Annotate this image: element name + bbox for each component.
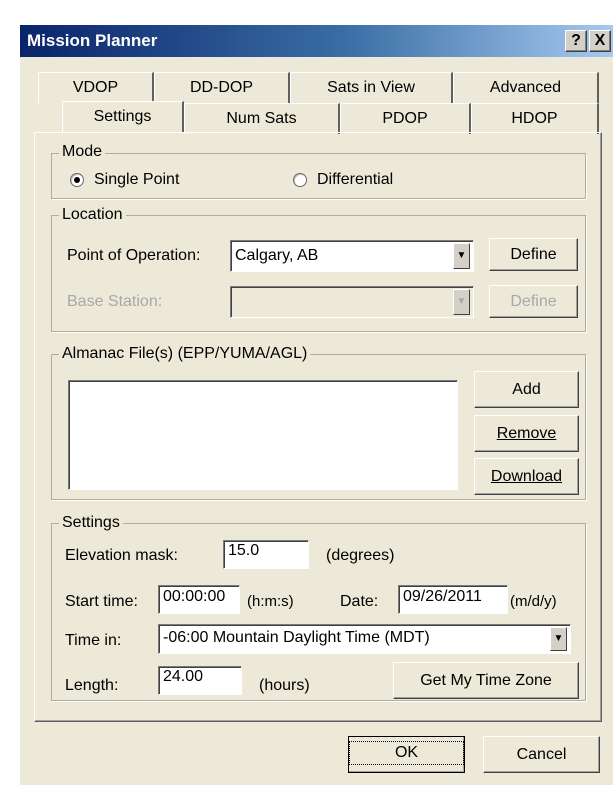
window-title: Mission Planner bbox=[27, 31, 158, 50]
almanac-group-label: Almanac File(s) (EPP/YUMA/AGL) bbox=[59, 345, 311, 363]
date-input[interactable]: 09/26/2011 bbox=[398, 585, 508, 614]
radio-selected-dot bbox=[74, 177, 80, 183]
almanac-file-list[interactable] bbox=[68, 380, 458, 490]
tab-num-sats[interactable]: Num Sats bbox=[184, 103, 340, 134]
chevron-down-icon[interactable]: ▼ bbox=[453, 289, 470, 315]
tab-vdop[interactable]: VDOP bbox=[38, 72, 154, 103]
single-point-radio[interactable] bbox=[70, 173, 84, 187]
mode-group-label: Mode bbox=[59, 143, 106, 161]
start-time-input[interactable]: 00:00:00 bbox=[158, 585, 240, 614]
settings-group-label: Settings bbox=[59, 514, 123, 532]
time-in-select[interactable]: -06:00 Mountain Daylight Time (MDT) bbox=[158, 624, 571, 654]
differential-label[interactable]: Differential bbox=[317, 171, 393, 189]
date-label: Date: bbox=[340, 593, 379, 610]
get-my-time-zone-button[interactable]: Get My Time Zone bbox=[393, 662, 579, 699]
download-button[interactable]: Download bbox=[474, 458, 579, 495]
tab-pdop[interactable]: PDOP bbox=[340, 103, 471, 134]
start-time-unit: (h:m:s) bbox=[247, 593, 294, 610]
time-in-label: Time in: bbox=[65, 632, 122, 649]
tab-hdop[interactable]: HDOP bbox=[471, 103, 599, 134]
cancel-button[interactable]: Cancel bbox=[483, 736, 600, 773]
base-station-select[interactable] bbox=[230, 286, 474, 318]
length-unit: (hours) bbox=[259, 677, 310, 694]
elevation-mask-input[interactable]: 15.0 bbox=[223, 540, 309, 569]
tab-sats-in-view[interactable]: Sats in View bbox=[290, 72, 453, 103]
base-define-button[interactable]: Define bbox=[489, 285, 578, 318]
define-button[interactable]: Define bbox=[489, 238, 578, 271]
location-group-label: Location bbox=[59, 206, 126, 224]
tab-dd-dop[interactable]: DD-DOP bbox=[154, 72, 290, 103]
date-unit: (m/d/y) bbox=[510, 593, 557, 610]
single-point-label[interactable]: Single Point bbox=[94, 171, 179, 189]
ok-button-label: OK bbox=[348, 741, 465, 765]
start-time-label: Start time: bbox=[65, 593, 138, 610]
elevation-mask-label: Elevation mask: bbox=[65, 547, 178, 564]
remove-button[interactable]: Remove bbox=[474, 415, 579, 452]
chevron-down-icon[interactable]: ▼ bbox=[453, 243, 470, 269]
chevron-down-icon[interactable]: ▼ bbox=[550, 627, 567, 651]
tab-settings[interactable]: Settings bbox=[62, 101, 184, 132]
length-label: Length: bbox=[65, 677, 119, 694]
base-station-label: Base Station: bbox=[67, 293, 163, 310]
differential-radio[interactable] bbox=[293, 173, 307, 187]
elevation-mask-unit: (degrees) bbox=[326, 547, 395, 564]
point-of-operation-select[interactable]: Calgary, AB bbox=[230, 240, 474, 272]
ok-button[interactable]: OK bbox=[348, 736, 465, 773]
add-button[interactable]: Add bbox=[474, 371, 579, 408]
length-input[interactable]: 24.00 bbox=[158, 666, 242, 695]
help-button[interactable]: ? bbox=[565, 30, 587, 52]
tab-advanced[interactable]: Advanced bbox=[453, 72, 599, 103]
close-button[interactable]: X bbox=[589, 30, 611, 52]
point-of-operation-label: Point of Operation: bbox=[67, 247, 201, 264]
